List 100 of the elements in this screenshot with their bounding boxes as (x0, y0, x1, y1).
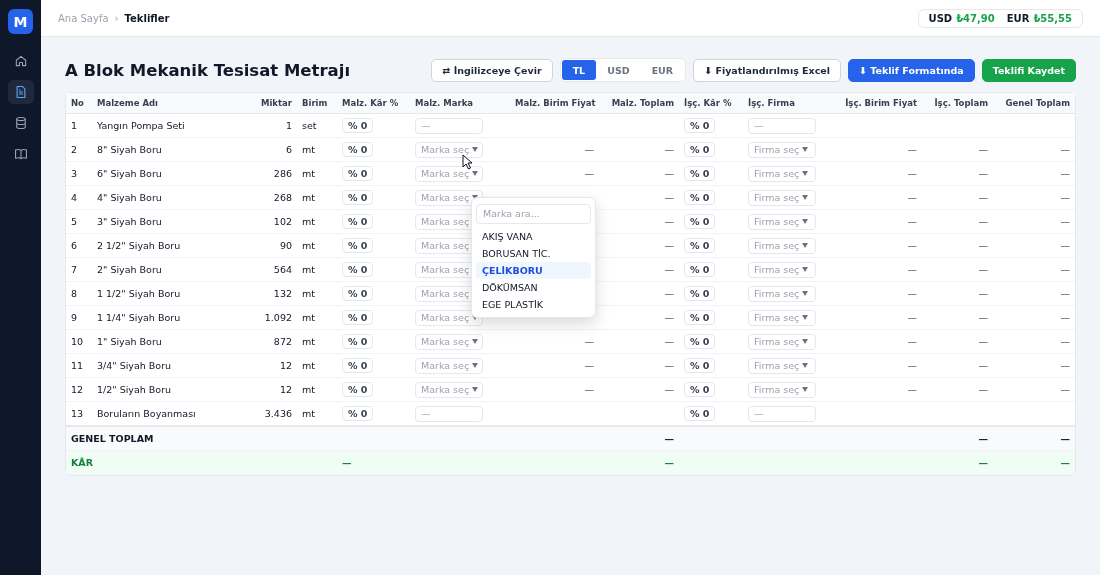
caret-icon (802, 363, 809, 368)
percent-field[interactable]: % 0 (684, 118, 716, 133)
table-cell: 12 (279, 384, 292, 395)
table-cell: mt (302, 384, 315, 395)
table-cell: — (1060, 216, 1070, 227)
percent-field[interactable]: % 0 (684, 190, 716, 205)
caret-icon (802, 315, 809, 320)
table-cell: — (907, 240, 917, 251)
table-cell: — (978, 384, 988, 395)
table-cell: 13 (71, 408, 84, 419)
table-cell: 132 (273, 288, 292, 299)
table-cell: 268 (273, 192, 292, 203)
table-cell: — (664, 288, 674, 299)
table-cell: — (907, 288, 917, 299)
search-field[interactable]: Marka ara... (476, 203, 591, 224)
table-cell: 286 (273, 168, 292, 179)
percent-field[interactable]: % 0 (342, 118, 374, 133)
table-cell: mt (302, 144, 315, 155)
currency-tab[interactable]: EUR (640, 60, 685, 80)
table-cell: — (1060, 168, 1070, 179)
download-button[interactable]: ⬇ Teklif Formatında (848, 58, 975, 82)
table-cell: mt (302, 192, 315, 203)
sidebar-item[interactable] (7, 80, 34, 104)
caret-icon (472, 147, 479, 152)
table-cell: — (978, 360, 988, 371)
table-cell: 1 (71, 120, 78, 131)
table-cell: — (978, 192, 988, 203)
column-header: İşç. Birim Fiyat (845, 98, 917, 108)
percent-field[interactable]: % 0 (684, 238, 716, 253)
percent-field[interactable]: % 0 (684, 286, 716, 301)
column-header: Birim (302, 98, 328, 108)
table-cell: 1 (285, 120, 292, 131)
caret-icon (472, 171, 479, 176)
percent-field[interactable]: % 0 (342, 382, 374, 397)
percent-field[interactable]: % 0 (342, 406, 374, 421)
table-cell: — (1060, 144, 1070, 155)
percent-field[interactable]: % 0 (342, 142, 374, 157)
percent-field[interactable]: % 0 (684, 142, 716, 157)
percent-field[interactable]: % 0 (684, 214, 716, 229)
column-header: Malz. Birim Fiyat (515, 98, 596, 108)
percent-field[interactable]: % 0 (342, 238, 374, 253)
table-cell: set (302, 120, 317, 131)
percent-field[interactable]: % 0 (684, 262, 716, 277)
table-cell: — (1060, 192, 1070, 203)
table-cell: mt (302, 240, 315, 251)
column-header: İşç. Toplam (934, 98, 988, 108)
percent-field[interactable]: % 0 (684, 406, 716, 421)
table-cell: 1" Siyah Boru (97, 336, 162, 347)
total-label: KÂR (71, 457, 94, 468)
percent-field[interactable]: % 0 (342, 262, 374, 277)
table-cell: 3/4" Siyah Boru (97, 360, 172, 371)
table-cell: — (342, 457, 352, 468)
caret-icon (802, 291, 809, 296)
percent-field[interactable]: % 0 (342, 166, 374, 181)
percent-field[interactable]: % 0 (342, 190, 374, 205)
table-cell: mt (302, 312, 315, 323)
table-cell: 6" Siyah Boru (97, 168, 162, 179)
percent-field[interactable]: % 0 (342, 286, 374, 301)
save-button[interactable]: Teklifi Kaydet (981, 58, 1076, 82)
table-cell: — (978, 240, 988, 251)
percent-field[interactable]: % 0 (684, 334, 716, 349)
table-cell: — (978, 288, 988, 299)
currency-tab[interactable]: TL (561, 60, 597, 80)
table-cell: mt (302, 408, 315, 419)
column-header: Malz. Kâr % (342, 98, 399, 108)
table-cell: mt (302, 264, 315, 275)
percent-field[interactable]: % 0 (342, 358, 374, 373)
percent-field[interactable]: % 0 (342, 214, 374, 229)
table-cell: 5 (71, 216, 78, 227)
percent-field[interactable]: % 0 (684, 358, 716, 373)
breadcrumb-item: Teklifler (124, 12, 170, 24)
table-cell: — (907, 336, 917, 347)
table-cell: — (1060, 433, 1070, 444)
table-cell: — (664, 312, 674, 323)
translate-button[interactable]: ⇄ İngilizceye Çevir (431, 58, 553, 82)
table-cell: 3" Siyah Boru (97, 216, 162, 227)
table-cell: — (1060, 336, 1070, 347)
table-cell: 2" Siyah Boru (97, 264, 162, 275)
percent-field[interactable]: % 0 (342, 334, 374, 349)
percent-field[interactable]: % 0 (342, 310, 374, 325)
currency-tab[interactable]: USD (596, 60, 641, 80)
percent-field[interactable]: % 0 (684, 310, 716, 325)
table-cell: — (978, 312, 988, 323)
download-button[interactable]: ⬇ Fiyatlandırılmış Excel (693, 58, 842, 82)
table-cell: — (978, 216, 988, 227)
app-logo[interactable]: M (8, 9, 33, 34)
table-cell: — (664, 384, 674, 395)
table-cell: — (1060, 264, 1070, 275)
table-cell: 90 (279, 240, 292, 251)
table-cell: mt (302, 336, 315, 347)
caret-icon (802, 171, 809, 176)
percent-field[interactable]: % 0 (684, 166, 716, 181)
dropdown-option[interactable]: ÇELİKBORU (476, 261, 591, 279)
table-cell: — (1060, 457, 1070, 468)
percent-field[interactable]: % 0 (684, 382, 716, 397)
table-cell: 872 (273, 336, 292, 347)
home-icon (13, 54, 28, 68)
table-cell: 7 (71, 264, 78, 275)
column-header: Malz. Toplam (611, 98, 674, 108)
table-cell: — (907, 264, 917, 275)
